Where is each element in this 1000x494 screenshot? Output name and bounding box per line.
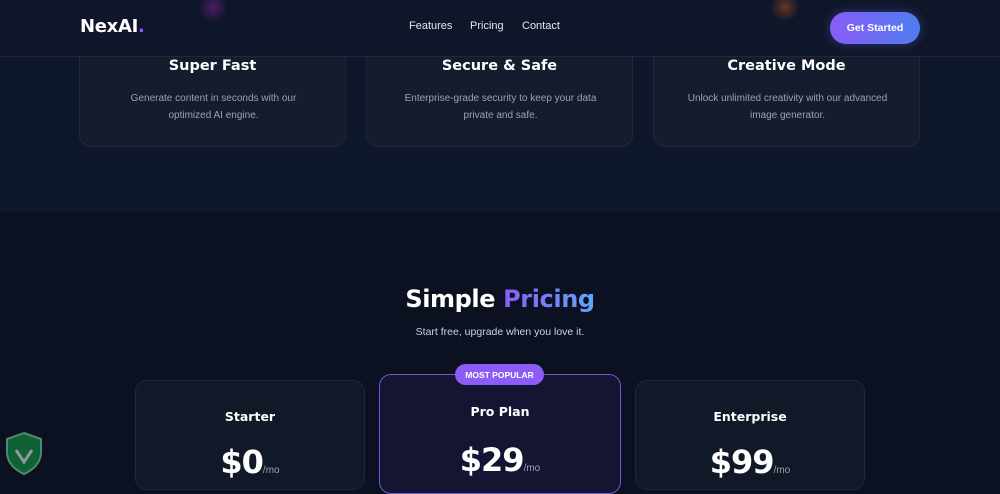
plan-card-pro: Pro Plan $29/mo [379,374,621,494]
nav-link-contact[interactable]: Contact [522,20,560,32]
nav-link-features[interactable]: Features [409,20,452,32]
plan-price: $99 [709,443,775,481]
feature-description: Unlock unlimited creativity with our adv… [687,93,888,121]
feature-title: Secure & Safe [441,58,558,74]
pricing-subtitle: Start free, upgrade when you love it. [415,326,585,338]
plan-name: Pro Plan [470,404,530,419]
price-row: $29/mo [380,441,620,479]
pricing-title-accent: Pricing [503,285,595,313]
plan-card-enterprise: Enterprise $99/mo [635,380,865,490]
logo[interactable]: NexAI. [80,16,145,37]
plan-period: /mo [262,465,280,476]
plan-price: $29 [459,441,525,479]
feature-description: Enterprise-grade security to keep your d… [404,93,597,121]
logo-text: NexAI [80,16,139,37]
feature-title: Super Fast [168,58,257,74]
get-started-button[interactable]: Get Started [830,12,920,44]
feature-title: Creative Mode [727,58,846,74]
plan-name: Enterprise [713,409,787,424]
pricing-title: Simple Pricing [0,285,1000,313]
plan-name: Starter [224,409,276,424]
feature-description: Generate content in seconds with our opt… [130,93,297,121]
plan-card-starter: Starter $0/mo [135,380,365,490]
plan-period: /mo [773,465,791,476]
most-popular-badge: MOST POPULAR [455,364,544,385]
price-row: $0/mo [136,443,364,481]
logo-dot: . [138,16,145,37]
nav-link-pricing[interactable]: Pricing [470,20,504,32]
price-row: $99/mo [636,443,864,481]
plan-period: /mo [523,463,541,474]
plan-price: $0 [220,443,264,481]
pricing-title-plain: Simple [405,285,496,313]
navbar: NexAI. Features Pricing Contact Get Star… [0,0,1000,57]
shield-icon [6,431,42,476]
